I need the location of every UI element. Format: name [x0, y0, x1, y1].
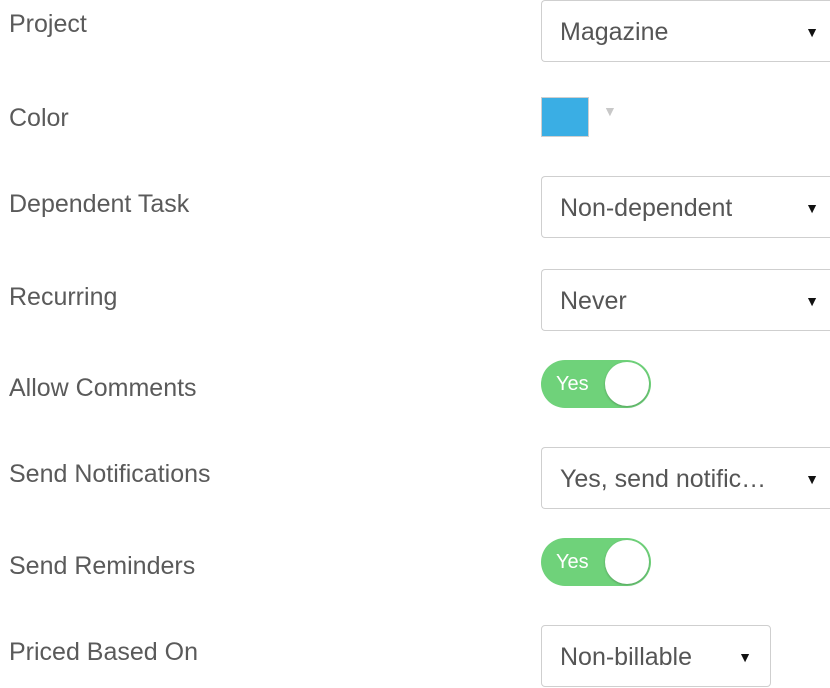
send-notifications-select-value: Yes, send notific…	[560, 465, 767, 493]
allow-comments-toggle-text: Yes	[556, 373, 589, 395]
allow-comments-label: Allow Comments	[9, 374, 197, 402]
caret-down-icon: ▼	[805, 293, 819, 309]
toggle-knob	[605, 362, 649, 406]
priced-based-on-select[interactable]: Non-billable ▼	[541, 625, 771, 687]
project-label: Project	[9, 10, 87, 38]
caret-down-icon: ▼	[805, 471, 819, 487]
recurring-label: Recurring	[9, 283, 118, 311]
dependent-task-select[interactable]: Non-dependent ▼	[541, 176, 830, 238]
recurring-select[interactable]: Never ▼	[541, 269, 830, 331]
toggle-knob	[605, 540, 649, 584]
caret-down-icon: ▼	[805, 24, 819, 40]
send-reminders-toggle[interactable]: Yes	[541, 538, 651, 586]
send-reminders-toggle-text: Yes	[556, 551, 589, 573]
color-swatch[interactable]	[541, 97, 589, 137]
caret-down-icon: ▼	[738, 649, 752, 665]
allow-comments-toggle[interactable]: Yes	[541, 360, 651, 408]
dependent-task-select-value: Non-dependent	[560, 194, 733, 222]
project-select[interactable]: Magazine ▼	[541, 0, 830, 62]
dependent-task-label: Dependent Task	[9, 190, 190, 218]
project-select-value: Magazine	[560, 18, 669, 46]
send-reminders-label: Send Reminders	[9, 552, 196, 580]
color-picker[interactable]: ▼	[541, 97, 631, 137]
send-notifications-select[interactable]: Yes, send notific… ▼	[541, 447, 830, 509]
color-picker-caret-icon[interactable]: ▼	[603, 103, 617, 119]
priced-based-on-select-value: Non-billable	[560, 643, 693, 671]
priced-based-on-label: Priced Based On	[9, 638, 198, 666]
recurring-select-value: Never	[560, 287, 627, 315]
color-label: Color	[9, 104, 69, 132]
caret-down-icon: ▼	[805, 200, 819, 216]
send-notifications-label: Send Notifications	[9, 460, 211, 488]
